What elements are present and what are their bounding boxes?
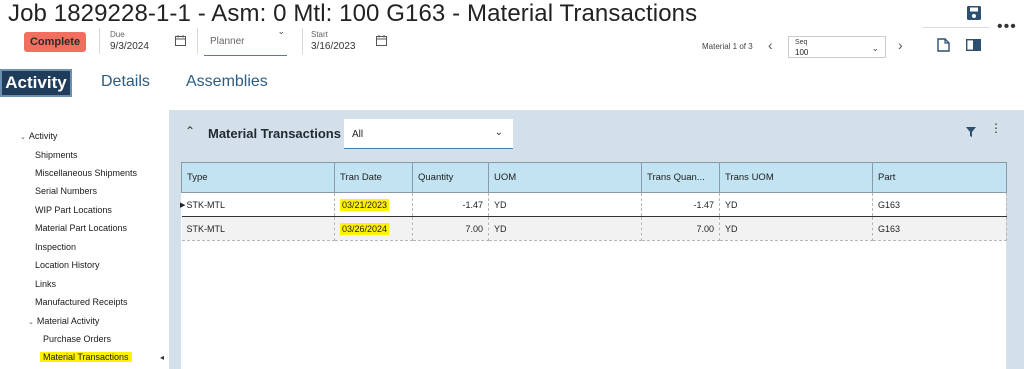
chevron-left-icon[interactable]: ‹ [768, 37, 773, 53]
due-label: Due [110, 30, 125, 39]
cell-trans-qty[interactable]: -1.47 [641, 192, 720, 217]
chevron-up-icon[interactable]: ⌃ [185, 124, 195, 138]
highlighted-date: 03/26/2024 [340, 222, 390, 235]
filter-value: All [352, 129, 364, 140]
column-header-trans-uom[interactable]: Trans UOM [719, 162, 873, 193]
tree-item-misc-shipments[interactable]: Miscellaneous Shipments [35, 168, 137, 178]
status-complete-button[interactable]: Complete [24, 32, 86, 52]
tree-item-label: Activity [28, 131, 58, 141]
page: Job 1829228-1-1 - Asm: 0 Mtl: 100 G163 -… [0, 0, 1024, 369]
column-header-quantity[interactable]: Quantity [412, 162, 489, 193]
cell-uom[interactable]: YD [488, 216, 642, 241]
planner-dropdown[interactable]: Planner ⌄ [204, 26, 287, 56]
calendar-icon[interactable] [175, 35, 186, 46]
chevron-right-icon[interactable]: › [898, 37, 903, 53]
cell-part[interactable]: G163 [872, 216, 1007, 241]
cell-part[interactable]: G163 [872, 192, 1007, 217]
divider [302, 28, 303, 54]
tree-item-manufactured-receipts[interactable]: Manufactured Receipts [35, 297, 128, 307]
panel-title: Material Transactions [208, 126, 341, 141]
tree-item-shipments[interactable]: Shipments [35, 150, 78, 160]
start-label: Start [311, 30, 328, 39]
tab-activity[interactable]: Activity [0, 69, 72, 97]
chevron-down-icon: ⌄ [494, 127, 503, 138]
divider [197, 28, 198, 54]
tree-item-links[interactable]: Links [35, 279, 56, 289]
transactions-grid: ▶ Type Tran Date Quantity UOM Trans Quan… [180, 162, 1007, 369]
more-options-icon[interactable]: ••• [997, 19, 1017, 35]
tree-item-location-history[interactable]: Location History [35, 260, 100, 270]
column-header-uom[interactable]: UOM [488, 162, 642, 193]
tree-item-activity[interactable]: ⌄ Activity [20, 131, 57, 141]
filter-dropdown[interactable]: All ⌄ [344, 119, 513, 149]
chevron-down-icon: ⌄ [28, 319, 34, 326]
tree-item-label: Material Transactions [40, 352, 132, 362]
due-date-value[interactable]: 9/3/2024 [110, 41, 149, 52]
highlighted-date: 03/21/2023 [340, 198, 390, 211]
chevron-down-icon: ⌄ [20, 134, 26, 141]
chevron-down-icon: ⌄ [277, 26, 285, 36]
tree-item-inspection[interactable]: Inspection [35, 242, 76, 252]
grid-table: Type Tran Date Quantity UOM Trans Quan..… [181, 162, 1007, 241]
material-transactions-panel: ⌃ Material Transactions All ⌄ ⋮ ▶ Type T… [169, 110, 1024, 369]
column-header-trans-qty[interactable]: Trans Quan... [641, 162, 720, 193]
panel-header: ⌃ Material Transactions All ⌄ ⋮ [169, 110, 1024, 154]
tree-item-material-activity[interactable]: ⌄ Material Activity [28, 316, 99, 326]
cell-uom[interactable]: YD [488, 192, 642, 217]
grid-header-row: Type Tran Date Quantity UOM Trans Quan..… [181, 162, 1007, 193]
tree-item-material-transactions[interactable]: Material Transactions [40, 352, 132, 362]
seq-select[interactable]: Seq 100 ⌄ [788, 36, 886, 58]
cell-quantity[interactable]: 7.00 [412, 216, 489, 241]
tab-assemblies[interactable]: Assemblies [186, 73, 268, 91]
column-header-tran-date[interactable]: Tran Date [334, 162, 413, 193]
cell-quantity[interactable]: -1.47 [412, 192, 489, 217]
column-header-part[interactable]: Part [872, 162, 1007, 193]
cell-tran-date[interactable]: 03/21/2023 [334, 192, 413, 217]
start-date-value[interactable]: 3/16/2023 [311, 41, 356, 52]
document-icon[interactable] [937, 38, 950, 52]
tree-item-purchase-orders[interactable]: Purchase Orders [43, 334, 111, 344]
calendar-icon[interactable] [376, 35, 387, 46]
activity-tree: ⌄ Activity Shipments Miscellaneous Shipme… [0, 110, 168, 369]
filter-icon[interactable] [966, 127, 976, 137]
table-row[interactable]: STK-MTL 03/26/2024 7.00 YD 7.00 YD G163 [181, 216, 1007, 241]
tree-item-wip-part-locations[interactable]: WIP Part Locations [35, 205, 112, 215]
collapse-tree-icon[interactable]: ◂ [160, 353, 164, 362]
panel-layout-icon[interactable] [966, 39, 981, 51]
header-divider [922, 27, 990, 28]
seq-value: 100 [795, 48, 809, 57]
current-row-indicator-icon: ▶ [180, 202, 186, 209]
cell-trans-qty[interactable]: 7.00 [641, 216, 720, 241]
save-icon[interactable] [966, 5, 982, 21]
cell-type[interactable]: STK-MTL [181, 192, 335, 217]
planner-placeholder: Planner [210, 36, 245, 47]
cell-type[interactable]: STK-MTL [181, 216, 335, 241]
seq-label: Seq [795, 39, 808, 46]
table-row[interactable]: STK-MTL 03/21/2023 -1.47 YD -1.47 YD G16… [181, 192, 1007, 217]
tree-item-label: Material Activity [36, 316, 100, 326]
cell-tran-date[interactable]: 03/26/2024 [334, 216, 413, 241]
material-counter: Material 1 of 3 [702, 42, 753, 51]
cell-trans-uom[interactable]: YD [719, 192, 873, 217]
page-title: Job 1829228-1-1 - Asm: 0 Mtl: 100 G163 -… [8, 0, 698, 27]
tab-details[interactable]: Details [101, 73, 150, 91]
chevron-down-icon: ⌄ [871, 43, 879, 53]
divider [99, 28, 100, 54]
tree-item-material-part-locations[interactable]: Material Part Locations [35, 223, 127, 233]
column-header-type[interactable]: Type [181, 162, 335, 193]
cell-trans-uom[interactable]: YD [719, 216, 873, 241]
tree-item-serial-numbers[interactable]: Serial Numbers [35, 186, 97, 196]
kebab-menu-icon[interactable]: ⋮ [990, 122, 1002, 134]
